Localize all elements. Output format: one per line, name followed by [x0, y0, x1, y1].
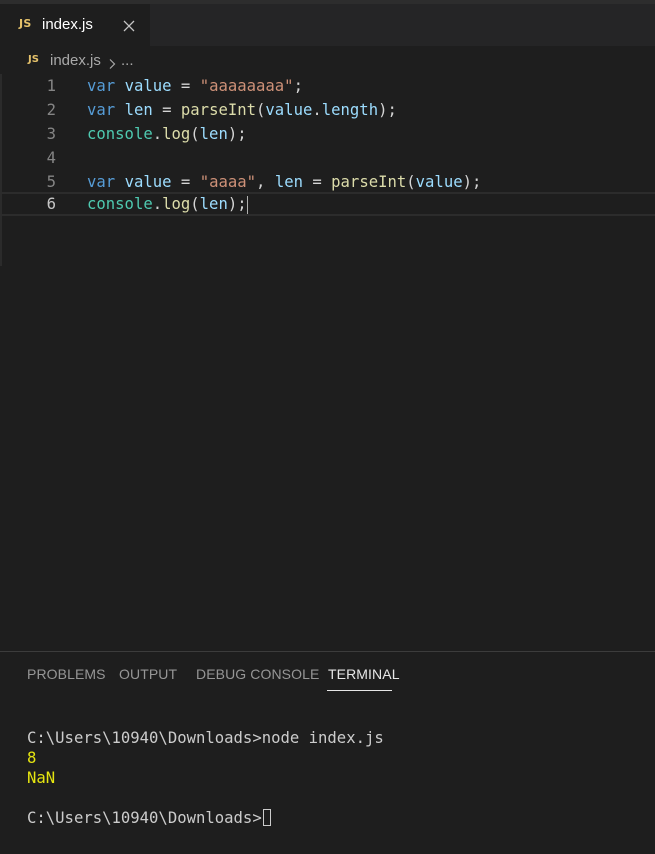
code-token: "aaaaaaaa" — [199, 77, 294, 95]
code-token: ; — [293, 77, 303, 95]
breadcrumb-more[interactable]: ... — [121, 52, 134, 69]
editor-tab-bar: JS index.js — [0, 0, 655, 46]
code-token: ( — [190, 195, 200, 213]
tab-label: index.js — [42, 16, 93, 33]
code-token: parseInt — [180, 101, 257, 119]
code-token: value — [265, 101, 313, 119]
code-token: len — [199, 125, 228, 143]
code-token: var — [87, 77, 116, 95]
line-number: 1 — [46, 77, 56, 95]
code-token: ); — [227, 125, 247, 143]
panel-tabs: PROBLEMS OUTPUT DEBUG CONSOLE TERMINAL — [0, 652, 655, 696]
code-token: value — [124, 173, 172, 191]
line-number: 4 — [46, 149, 56, 167]
code-line: 6 console.log(len); — [0, 192, 655, 216]
code-text: var value = "aaaaaaaa"; — [87, 74, 303, 98]
code-token: var — [87, 101, 116, 119]
breadcrumb: JS index.js ... — [0, 50, 655, 72]
line-number: 5 — [46, 173, 56, 191]
terminal-prompt: C:\Users\10940\Downloads> — [27, 809, 262, 827]
code-token: "aaaa" — [199, 173, 257, 191]
js-file-icon: JS — [19, 17, 32, 30]
code-token: . — [152, 195, 163, 213]
code-token: len — [124, 101, 153, 119]
code-line: 2 var len = parseInt(value.length); — [0, 98, 655, 122]
code-token: ); — [462, 173, 482, 191]
vscode-window: JS index.js JS index.js ... 1 var value =… — [0, 0, 655, 854]
terminal-cursor — [262, 809, 271, 826]
code-token: ( — [406, 173, 416, 191]
code-token: , — [256, 173, 275, 191]
terminal-output-line: 8 — [27, 749, 37, 767]
code-token: parseInt — [331, 173, 407, 191]
terminal-command-line: C:\Users\10940\Downloads>node index.js — [27, 729, 384, 747]
tab-debug-console[interactable]: DEBUG CONSOLE — [196, 666, 319, 682]
code-token: ( — [190, 125, 200, 143]
code-token: value — [124, 77, 172, 95]
line-number: 2 — [46, 101, 56, 119]
tab-terminal[interactable]: TERMINAL — [328, 666, 400, 682]
code-token: console — [87, 125, 153, 143]
code-text: var len = parseInt(value.length); — [87, 98, 397, 122]
code-token: . — [152, 125, 163, 143]
code-text: console.log(len); — [87, 122, 247, 146]
code-token: log — [162, 125, 191, 143]
code-line: 3 console.log(len); — [0, 122, 655, 146]
line-number: 6 — [46, 195, 56, 213]
code-token: ); — [227, 195, 247, 213]
js-file-icon: JS — [28, 54, 39, 65]
text-cursor — [246, 195, 248, 214]
chevron-right-icon — [107, 55, 117, 69]
tab-index-js[interactable]: JS index.js — [0, 4, 150, 46]
code-token: = — [152, 101, 181, 119]
tab-problems[interactable]: PROBLEMS — [27, 666, 106, 682]
bottom-panel: PROBLEMS OUTPUT DEBUG CONSOLE TERMINAL C… — [0, 651, 655, 854]
active-tab-underline — [327, 690, 392, 691]
code-token: = — [171, 77, 200, 95]
code-line: 1 var value = "aaaaaaaa"; — [0, 74, 655, 98]
terminal-output-line: NaN — [27, 769, 56, 787]
code-token: len — [274, 173, 303, 191]
code-line: 5 var value = "aaaa", len = parseInt(valu… — [0, 170, 655, 194]
code-text: console.log(len); — [87, 194, 248, 214]
code-token: log — [162, 195, 191, 213]
code-text: var value = "aaaa", len = parseInt(value… — [87, 170, 481, 194]
code-token: value — [415, 173, 463, 191]
code-token: . — [312, 101, 322, 119]
code-line: 4 — [0, 146, 655, 170]
code-token: = — [302, 173, 332, 191]
close-icon[interactable] — [122, 18, 136, 32]
code-token: ); — [378, 101, 397, 119]
code-token: ( — [256, 101, 266, 119]
code-token: length — [321, 101, 379, 119]
terminal-prompt-line: C:\Users\10940\Downloads> — [27, 808, 271, 828]
code-token: len — [199, 195, 228, 213]
code-token: console — [87, 195, 153, 213]
code-token: var — [87, 173, 116, 191]
breadcrumb-file[interactable]: index.js — [50, 52, 101, 69]
tab-output[interactable]: OUTPUT — [119, 666, 177, 682]
code-token: = — [171, 173, 200, 191]
code-editor[interactable]: 1 var value = "aaaaaaaa"; 2 var len = parse… — [0, 74, 655, 650]
line-number: 3 — [46, 125, 56, 143]
